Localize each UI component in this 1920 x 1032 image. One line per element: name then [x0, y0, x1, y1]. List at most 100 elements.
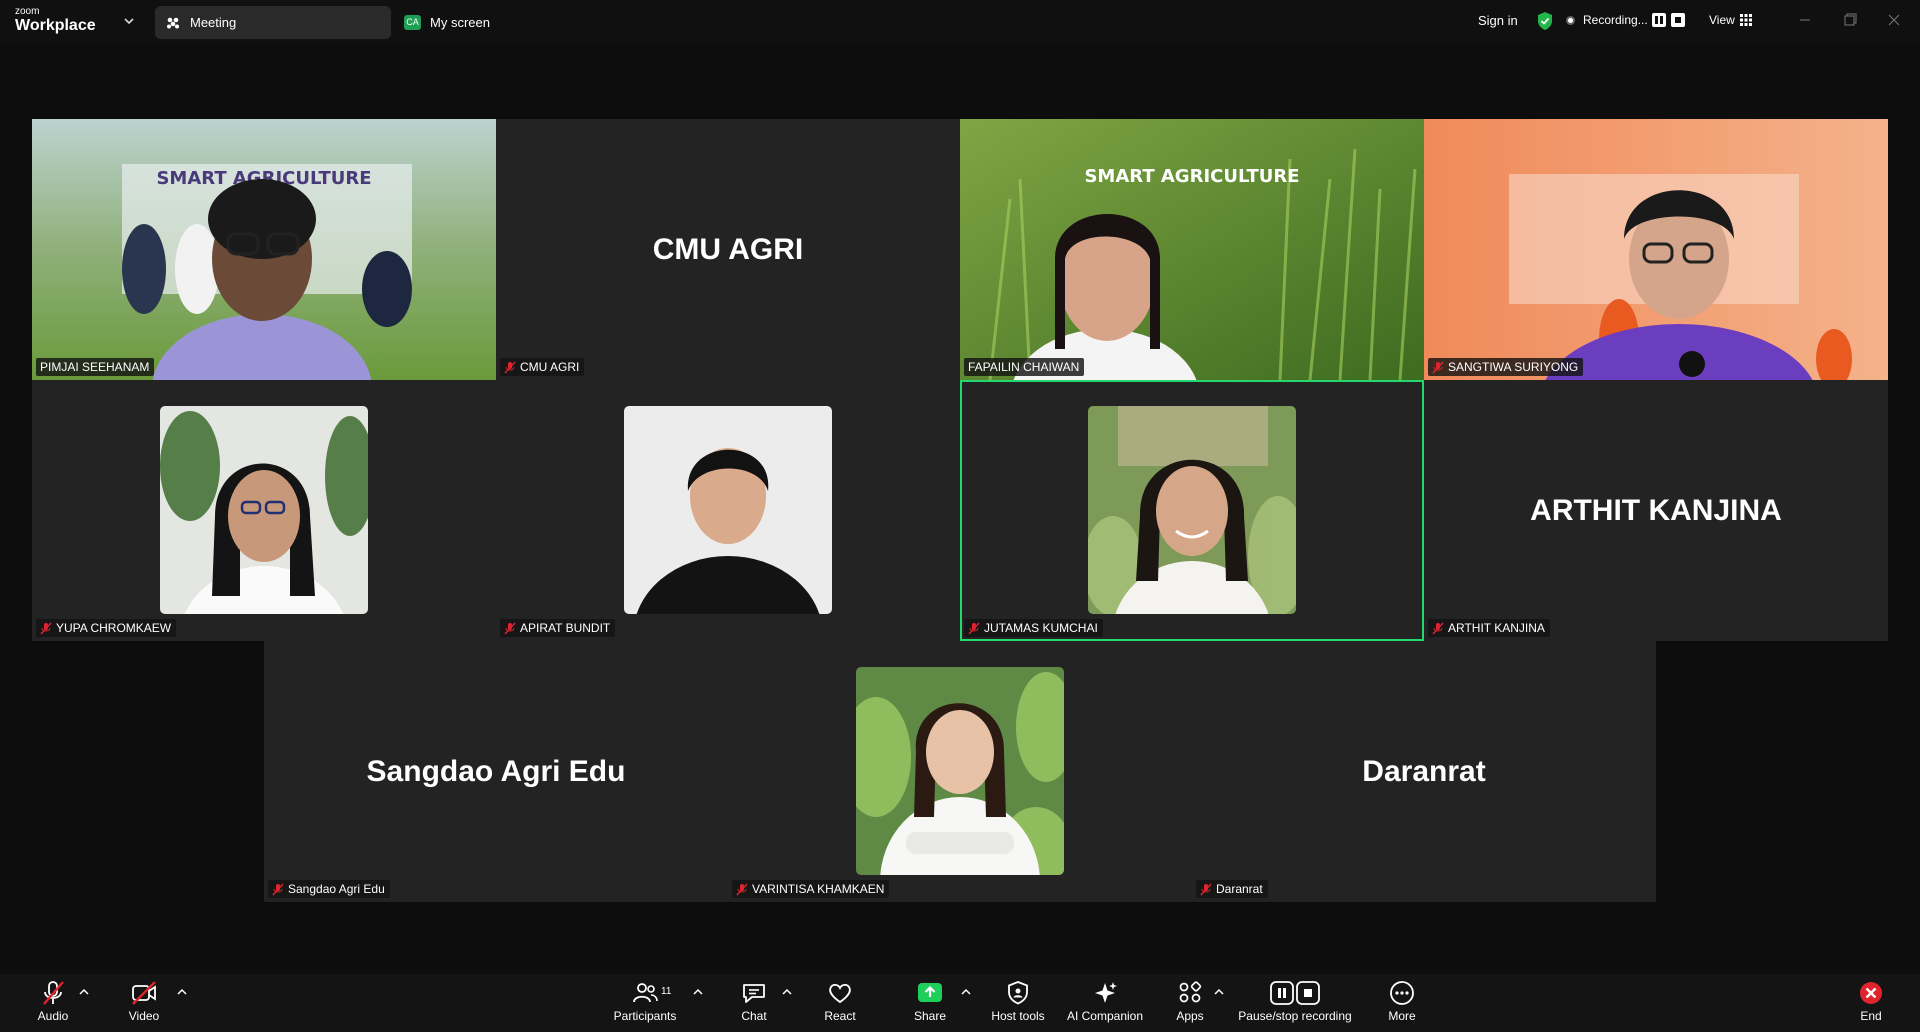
recording-dot-icon — [1566, 16, 1575, 25]
pause-stop-recording-label: Pause/stop recording — [1238, 1009, 1352, 1023]
participant-tile-daranrat[interactable]: Daranrat Daranrat — [1192, 641, 1656, 902]
participant-name: FAPAILIN CHAIWAN — [968, 360, 1080, 374]
react-label: React — [824, 1009, 856, 1023]
close-icon[interactable] — [1884, 10, 1904, 30]
svg-text:SMART AGRICULTURE: SMART AGRICULTURE — [1084, 166, 1299, 187]
tab-my-screen[interactable]: CA My screen — [402, 6, 512, 39]
host-tools-label: Host tools — [991, 1009, 1045, 1023]
chevron-up-icon[interactable] — [1214, 988, 1224, 996]
participant-name: SANGTIWA SURIYONG — [1448, 360, 1579, 374]
shield-icon — [1008, 981, 1028, 1005]
mic-muted-icon — [1432, 361, 1444, 373]
participant-tile-jutamas[interactable]: JUTAMAS KUMCHAI — [960, 380, 1424, 641]
heart-icon — [829, 983, 851, 1004]
host-tools-button[interactable]: Host tools — [988, 980, 1048, 1030]
participant-name: Sangdao Agri Edu — [288, 882, 385, 896]
minimize-icon[interactable] — [1795, 10, 1815, 30]
participants-count: 11 — [661, 986, 672, 997]
participant-tile-apirat[interactable]: APIRAT BUNDIT — [496, 380, 960, 641]
participant-tile-sangdao[interactable]: Sangdao Agri Edu Sangdao Agri Edu — [264, 641, 728, 902]
participant-nameplate: JUTAMAS KUMCHAI — [964, 619, 1103, 637]
participant-tile-cmu-agri[interactable]: CMU AGRI CMU AGRI — [496, 119, 960, 380]
audio-label: Audio — [37, 1009, 69, 1023]
participant-tile-varintisa[interactable]: VARINTISA KHAMKAEN — [728, 641, 1192, 902]
zoom-logo: zoom Workplace — [15, 7, 96, 34]
mic-muted-icon — [1200, 883, 1212, 895]
participant-display-name: ARTHIT KANJINA — [1530, 493, 1782, 527]
video-feed — [1424, 119, 1888, 380]
mic-muted-icon — [736, 883, 748, 895]
share-label: Share — [913, 1009, 947, 1023]
participant-nameplate: Sangdao Agri Edu — [268, 880, 390, 898]
participant-nameplate: SANGTIWA SURIYONG — [1428, 358, 1584, 376]
chevron-up-icon[interactable] — [177, 988, 187, 996]
shield-icon[interactable] — [1536, 11, 1554, 31]
chat-label: Chat — [741, 1009, 767, 1023]
sparkle-icon — [1095, 982, 1117, 1003]
participant-nameplate: Daranrat — [1196, 880, 1268, 898]
participant-tile-yupa[interactable]: YUPA CHROMKAEW — [32, 380, 496, 641]
participant-nameplate: CMU AGRI — [500, 358, 585, 376]
more-label: More — [1388, 1009, 1416, 1023]
participant-tile-fapailin[interactable]: SMART AGRICULTURE FAPAILIN CHAIWAN — [960, 119, 1424, 380]
ai-companion-label: AI Companion — [1066, 1009, 1144, 1023]
chat-button[interactable]: Chat — [736, 980, 772, 1030]
participant-name: PIMJAI SEEHANAM — [40, 360, 150, 374]
mic-muted-icon — [968, 622, 980, 634]
avatar — [1088, 406, 1296, 614]
apps-button[interactable]: Apps — [1172, 980, 1208, 1030]
brand-large-text: Workplace — [15, 17, 96, 34]
participant-tile-pimjai[interactable]: SMART AGRICULTURE PIMJAI SEEHANAM — [32, 119, 496, 380]
view-button[interactable]: View — [1709, 13, 1735, 27]
apps-icon — [1179, 981, 1202, 1003]
video-feed: SMART AGRICULTURE — [32, 119, 496, 380]
participant-nameplate: ARTHIT KANJINA — [1428, 619, 1550, 637]
participant-nameplate: APIRAT BUNDIT — [500, 619, 616, 637]
end-label: End — [1860, 1009, 1882, 1023]
pause-recording-icon[interactable] — [1652, 13, 1666, 27]
participant-name: ARTHIT KANJINA — [1448, 621, 1545, 635]
sign-in-link[interactable]: Sign in — [1478, 13, 1518, 28]
participant-tile-arthit[interactable]: ARTHIT KANJINA ARTHIT KANJINA — [1424, 380, 1888, 641]
grid-view-icon[interactable] — [1740, 14, 1752, 26]
mic-muted-icon — [43, 981, 64, 1005]
tab-meeting[interactable]: Meeting — [155, 6, 391, 39]
video-feed: SMART AGRICULTURE — [960, 119, 1424, 380]
pause-stop-recording-button[interactable]: Pause/stop recording — [1238, 980, 1352, 1030]
avatar — [856, 667, 1064, 875]
apps-label: Apps — [1176, 1009, 1204, 1023]
stop-recording-icon[interactable] — [1671, 13, 1685, 27]
participant-name: YUPA CHROMKAEW — [56, 621, 172, 635]
chevron-up-icon[interactable] — [961, 988, 971, 996]
more-button[interactable]: More — [1384, 980, 1420, 1030]
mic-muted-icon — [504, 361, 516, 373]
mic-muted-icon — [272, 883, 284, 895]
avatar — [160, 406, 368, 614]
ai-companion-button[interactable]: AI Companion — [1065, 980, 1145, 1030]
chevron-up-icon[interactable] — [79, 988, 89, 996]
brand-small-text: zoom — [15, 6, 40, 17]
participant-nameplate: PIMJAI SEEHANAM — [36, 358, 155, 376]
mic-muted-icon — [40, 622, 52, 634]
participant-display-name: Daranrat — [1362, 754, 1486, 788]
video-button[interactable]: Video — [126, 980, 162, 1030]
participant-name: VARINTISA KHAMKAEN — [752, 882, 885, 896]
react-button[interactable]: React — [822, 980, 858, 1030]
chevron-up-icon[interactable] — [782, 988, 792, 996]
end-meeting-button[interactable]: End — [1856, 980, 1886, 1030]
meeting-icon — [167, 17, 179, 29]
restore-icon[interactable] — [1840, 10, 1860, 30]
tab-my-screen-label: My screen — [430, 15, 490, 30]
recording-status: Recording... — [1583, 13, 1648, 27]
mic-muted-icon — [504, 622, 516, 634]
meeting-toolbar: Audio Video Participants 11 Chat React S… — [0, 974, 1920, 1032]
title-bar: zoom Workplace Meeting CA My screen Sign… — [0, 0, 1920, 44]
chevron-down-icon[interactable] — [122, 14, 136, 28]
end-icon — [1860, 982, 1882, 1004]
share-button[interactable]: Share — [910, 980, 950, 1030]
participant-tile-sangtiwa[interactable]: SANGTIWA SURIYONG — [1424, 119, 1888, 380]
chevron-up-icon[interactable] — [693, 988, 703, 996]
audio-button[interactable]: Audio — [33, 980, 73, 1030]
participants-icon — [633, 983, 658, 1003]
mic-muted-icon — [1432, 622, 1444, 634]
